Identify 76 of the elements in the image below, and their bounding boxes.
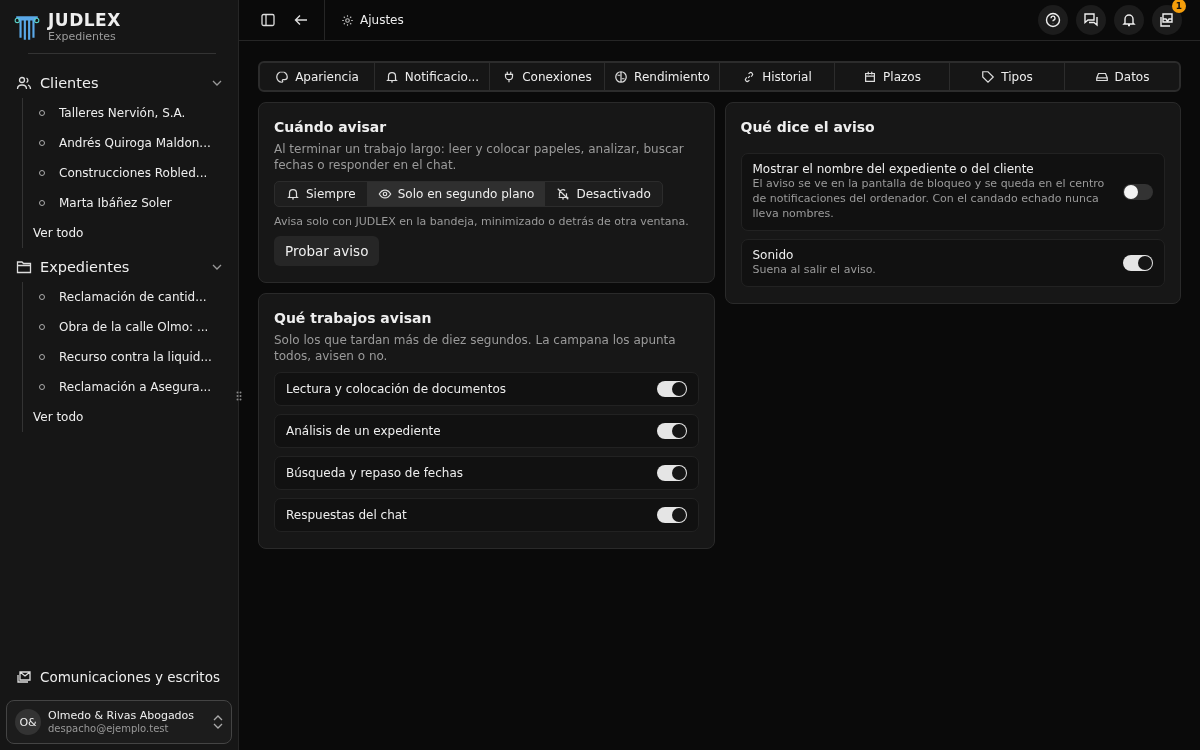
sidebar-item[interactable]: Obra de la calle Olmo: ... — [33, 312, 232, 342]
help-button[interactable] — [1038, 5, 1068, 35]
account-name: Olmedo & Rivas Abogados — [48, 709, 196, 723]
eye-icon — [377, 187, 392, 201]
account-email: despacho@ejemplo.test — [48, 723, 170, 735]
settings-tab[interactable]: Apariencia — [260, 63, 375, 90]
up-down-chevron-icon — [213, 715, 223, 729]
sidebar-item[interactable]: Recurso contra la liquid... — [33, 342, 232, 372]
settings-tab[interactable]: Tipos — [950, 63, 1065, 90]
settings-tab[interactable]: Notificacio... — [375, 63, 490, 90]
back-arrow-icon[interactable] — [294, 13, 308, 27]
card-title: Qué dice el aviso — [740, 119, 876, 135]
option-hint: Avisa solo con JUDLEX en la bandeja, minimizado o detrás de otra ventana. — [274, 215, 690, 228]
sidebar-toggle-icon[interactable] — [260, 12, 276, 28]
setting-label: Búsqueda y repaso de fechas — [286, 466, 464, 480]
setting-label: Lectura y colocación de documentos — [286, 382, 506, 396]
bell-icon — [286, 187, 300, 201]
card-title: Cuándo avisar — [274, 119, 388, 135]
settings-tab[interactable]: Datos — [1065, 63, 1179, 90]
view-all-link[interactable]: Ver todo — [33, 402, 84, 432]
setting-description: El aviso se ve en la pantalla de bloqueo y se queda en el centro de notificaciones del ordenador. Con el candado echado nunca lleva nombres. — [752, 176, 1106, 221]
sidebar-item[interactable]: Talleres Nervión, S.A. — [33, 98, 232, 128]
account-switcher[interactable]: O& Olmedo & Rivas Abogados despacho@ejemplo.test — [6, 700, 232, 744]
chat-icon — [1083, 12, 1099, 28]
notification-badge: 1 — [1172, 0, 1186, 13]
folder-icon — [16, 259, 32, 275]
toggle-switch[interactable] — [1123, 183, 1153, 200]
card-description: Al terminar un trabajo largo: leer y colocar papeles, analizar, buscar fechas o responder en el chat. — [274, 141, 685, 173]
app-subtitle: Expedientes — [48, 30, 117, 44]
avatar: O& — [15, 709, 41, 735]
sidebar-link[interactable]: Comunicaciones y escritos — [6, 662, 232, 692]
card-title: Qué trabajos avisan — [274, 310, 433, 326]
bell-off-icon — [556, 187, 571, 201]
toggle-switch[interactable] — [656, 423, 687, 439]
breadcrumb: Ajustes — [325, 13, 1038, 27]
calendar-icon — [863, 69, 878, 84]
settings-tab[interactable]: Historial — [720, 63, 835, 90]
segment-option[interactable]: Solo en segundo plano — [366, 182, 546, 206]
help-icon — [1045, 12, 1061, 28]
chat-button[interactable] — [1076, 5, 1106, 35]
palette-icon — [275, 69, 290, 84]
inbox-stack-icon — [1159, 12, 1175, 28]
resize-handle-icon[interactable] — [236, 391, 242, 401]
view-all-link[interactable]: Ver todo — [33, 218, 84, 248]
setting-label: Sonido — [752, 248, 795, 262]
toggle-switch[interactable] — [656, 507, 687, 523]
bell-icon — [384, 69, 399, 84]
settings-icon — [341, 13, 354, 27]
settings-tab[interactable]: Conexiones — [490, 63, 605, 90]
test-notification-button[interactable]: Probar aviso — [274, 236, 380, 266]
toggle-switch[interactable] — [656, 381, 687, 397]
settings-tab[interactable]: Plazos — [835, 63, 950, 90]
sidebar-section-header[interactable]: Clientes — [6, 68, 232, 98]
setting-label: Mostrar el nombre del expediente o del cliente — [752, 162, 1035, 176]
settings-tab[interactable]: Rendimiento — [605, 63, 720, 90]
sidebar-item[interactable]: Andrés Quiroga Maldon... — [33, 128, 232, 158]
segment-option[interactable]: Siempre — [275, 182, 367, 206]
bell-icon — [1121, 12, 1137, 28]
sidebar-item[interactable]: Reclamación a Asegura... — [33, 372, 232, 402]
toggle-switch[interactable] — [1123, 254, 1153, 271]
sidebar-item[interactable]: Marta Ibáñez Soler — [33, 188, 232, 218]
mail-stack-icon — [16, 669, 32, 685]
notifications-button[interactable] — [1114, 5, 1144, 35]
users-icon — [16, 75, 32, 91]
setting-label: Respuestas del chat — [286, 508, 407, 522]
segment-option[interactable]: Desactivado — [545, 182, 662, 206]
column-logo-icon — [14, 13, 40, 42]
app-name: JUDLEX — [48, 11, 121, 30]
toggle-switch[interactable] — [656, 465, 687, 481]
sidebar-item[interactable]: Reclamación de cantid... — [33, 282, 232, 312]
setting-description: Suena al salir el aviso. — [752, 262, 876, 277]
card-description: Solo los que tardan más de diez segundos. La campana los apunta todos, avisen o no. — [274, 332, 677, 364]
tag-icon — [981, 69, 996, 84]
setting-label: Análisis de un expediente — [286, 424, 441, 438]
sidebar-item[interactable]: Construcciones Robled... — [33, 158, 232, 188]
sidebar-section-header[interactable]: Expedientes — [6, 252, 232, 282]
